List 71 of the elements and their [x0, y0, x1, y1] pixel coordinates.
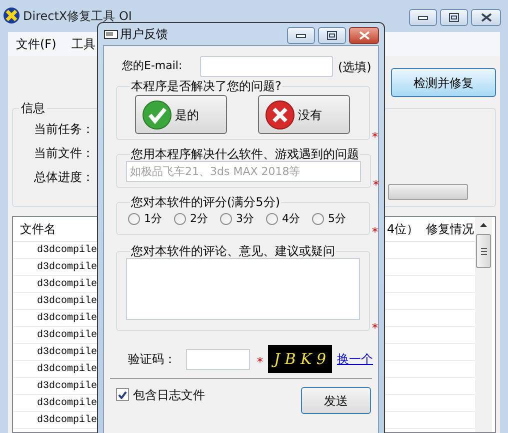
required-mark: * — [372, 130, 378, 144]
group-label: 信息 — [20, 101, 46, 115]
required-mark: * — [373, 178, 379, 192]
mail-icon — [104, 29, 118, 40]
required-mark: * — [257, 355, 263, 369]
table-cell-text: d3dcompile — [37, 362, 98, 376]
comment-field[interactable] — [126, 258, 360, 320]
column-header: 文件名 — [20, 221, 57, 238]
maximize-button[interactable] — [440, 9, 468, 26]
info-label: 当前文件： — [34, 146, 94, 160]
table-cell-text: d3dcompile — [37, 396, 98, 410]
menu-item[interactable]: 工具 — [71, 35, 96, 53]
column-header: 4位） — [387, 221, 420, 238]
table-cell-text: d3dcompile — [37, 380, 98, 394]
group-label: 您用本程序解决什么软件、游戏遇到的问题 — [130, 147, 360, 161]
refresh-captcha-link[interactable]: 换一个 — [337, 350, 373, 368]
dialog-title: 用户反馈 — [120, 27, 168, 41]
rating-option[interactable]: 5分 — [312, 210, 346, 228]
table-cell-text: d3dcompile — [37, 312, 98, 326]
captcha-label: 验证码： — [128, 351, 177, 368]
repair-button[interactable]: 检测并修复 — [391, 68, 496, 97]
table-cell-text: d3dcompile — [37, 244, 98, 258]
yes-button[interactable]: 是的 — [135, 95, 227, 134]
table-cell-text: d3dcompile — [37, 346, 98, 360]
table-cell-text: d3dcompile — [37, 294, 98, 308]
group-label: 本程序是否解决了您的问题? — [130, 79, 282, 93]
problem-field[interactable]: 如极品飞车21、3ds MAX 2018等 — [126, 161, 361, 182]
scrollbar[interactable] — [475, 217, 492, 432]
send-button[interactable]: 发送 — [301, 387, 371, 414]
info-label: 总体进度： — [34, 170, 94, 184]
scroll-up-icon — [480, 223, 487, 227]
log-checkbox-label: 包含日志文件 — [133, 387, 205, 404]
rating-option[interactable]: 2分 — [174, 210, 208, 228]
rating-option[interactable]: 4分 — [266, 210, 300, 228]
check-icon — [118, 390, 127, 398]
close-icon — [480, 13, 492, 22]
maximize-icon — [449, 13, 459, 22]
info-label: 当前任务： — [34, 122, 94, 136]
maximize-button[interactable] — [318, 27, 346, 44]
rating-option[interactable]: 1分 — [128, 210, 162, 228]
table-cell-text: d3dcompile — [37, 414, 98, 428]
email-field[interactable] — [200, 56, 333, 77]
scroll-thumb[interactable] — [476, 234, 491, 268]
maximize-icon — [327, 31, 337, 40]
column-header: 修复情况 — [426, 221, 474, 238]
required-mark: * — [372, 225, 378, 239]
captcha-field[interactable] — [186, 348, 250, 370]
no-button[interactable]: 没有 — [258, 95, 350, 134]
close-icon — [358, 31, 370, 40]
table-cell-text: d3dcompile — [37, 278, 98, 292]
window-title: DirectX修复工具 OI — [23, 9, 132, 23]
minimize-icon — [418, 16, 428, 20]
group-label: 您对本软件的评分(满分5分) — [130, 195, 281, 209]
rating-option[interactable]: 3分 — [220, 210, 254, 228]
email-label: 您的E-mail: — [122, 58, 184, 74]
group-label: 您对本软件的评论、意见、建议或疑问 — [130, 244, 336, 258]
close-button[interactable] — [471, 9, 501, 26]
checkmark-icon — [142, 100, 172, 130]
minimize-icon — [296, 34, 306, 38]
minimize-button[interactable] — [287, 27, 315, 44]
menu-item[interactable]: 文件(F) — [16, 35, 56, 53]
captcha-image: J B K 9 — [268, 345, 332, 373]
app-logo-icon — [3, 7, 20, 24]
table-cell-text: d3dcompile — [37, 260, 98, 274]
required-mark: * — [372, 321, 378, 335]
log-checkbox[interactable] — [116, 388, 129, 401]
table-cell-text: d3dcompile — [37, 328, 98, 342]
close-button[interactable] — [349, 27, 379, 44]
cross-icon — [265, 100, 295, 130]
minimize-button[interactable] — [409, 9, 437, 26]
optional-note: (选填) — [338, 58, 372, 76]
